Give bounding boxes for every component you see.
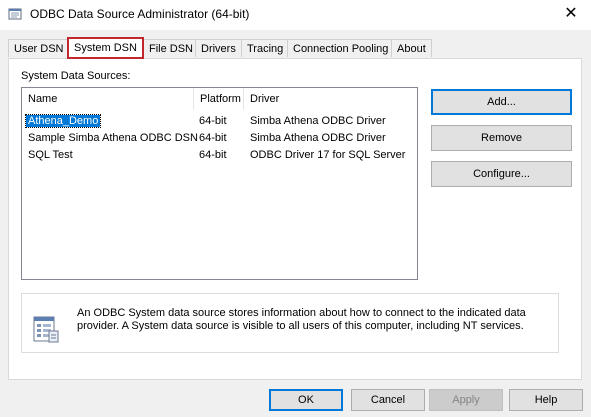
apply-button[interactable]: Apply (429, 389, 503, 411)
data-source-icon (33, 316, 59, 343)
tab-system-dsn[interactable]: System DSN (67, 37, 144, 59)
list-item-name: Athena_Demo (24, 114, 102, 128)
list-item[interactable]: SQL Test 64-bit ODBC Driver 17 for SQL S… (22, 147, 417, 164)
odbc-app-icon (8, 8, 22, 20)
list-item-platform: 64-bit (199, 132, 227, 144)
cancel-button[interactable]: Cancel (351, 389, 425, 411)
system-data-sources-label: System Data Sources: (21, 70, 131, 82)
list-item-driver: ODBC Driver 17 for SQL Server (250, 149, 406, 161)
list-item-name: Sample Simba Athena ODBC DSN (28, 132, 198, 144)
column-header-platform[interactable]: Platform (194, 88, 244, 110)
tab-file-dsn[interactable]: File DSN (143, 39, 200, 57)
ok-button[interactable]: OK (269, 389, 343, 411)
tab-tracing[interactable]: Tracing (241, 39, 290, 57)
list-header: Name Platform Driver (22, 88, 417, 110)
tab-drivers[interactable]: Drivers (195, 39, 242, 57)
list-item-name: SQL Test (28, 149, 73, 161)
help-button[interactable]: Help (509, 389, 583, 411)
configure-button[interactable]: Configure... (431, 161, 572, 187)
column-header-name[interactable]: Name (22, 88, 194, 110)
column-header-driver[interactable]: Driver (244, 88, 417, 110)
remove-button[interactable]: Remove (431, 125, 572, 151)
add-button[interactable]: Add... (431, 89, 572, 115)
odbc-window: ODBC Data Source Administrator (64-bit) … (0, 0, 591, 417)
data-sources-list[interactable]: Name Platform Driver Athena_Demo 64-bit … (21, 87, 418, 280)
list-item-platform: 64-bit (199, 115, 227, 127)
tab-user-dsn[interactable]: User DSN (8, 39, 70, 57)
list-item-driver: Simba Athena ODBC Driver (250, 132, 386, 144)
title-bar: ODBC Data Source Administrator (64-bit) … (0, 0, 591, 30)
list-item[interactable]: Sample Simba Athena ODBC DSN 64-bit Simb… (22, 130, 417, 147)
window-title: ODBC Data Source Administrator (64-bit) (30, 7, 250, 21)
list-item-driver: Simba Athena ODBC Driver (250, 115, 386, 127)
close-icon[interactable]: ✕ (559, 3, 583, 25)
list-item[interactable]: Athena_Demo 64-bit Simba Athena ODBC Dri… (22, 113, 417, 130)
system-dsn-panel: System Data Sources: Name Platform Drive… (8, 58, 582, 380)
info-description: An ODBC System data source stores inform… (77, 307, 526, 332)
info-box: An ODBC System data source stores inform… (21, 293, 559, 353)
tab-connection-pooling[interactable]: Connection Pooling (287, 39, 395, 57)
tab-about[interactable]: About (391, 39, 432, 57)
list-item-platform: 64-bit (199, 149, 227, 161)
